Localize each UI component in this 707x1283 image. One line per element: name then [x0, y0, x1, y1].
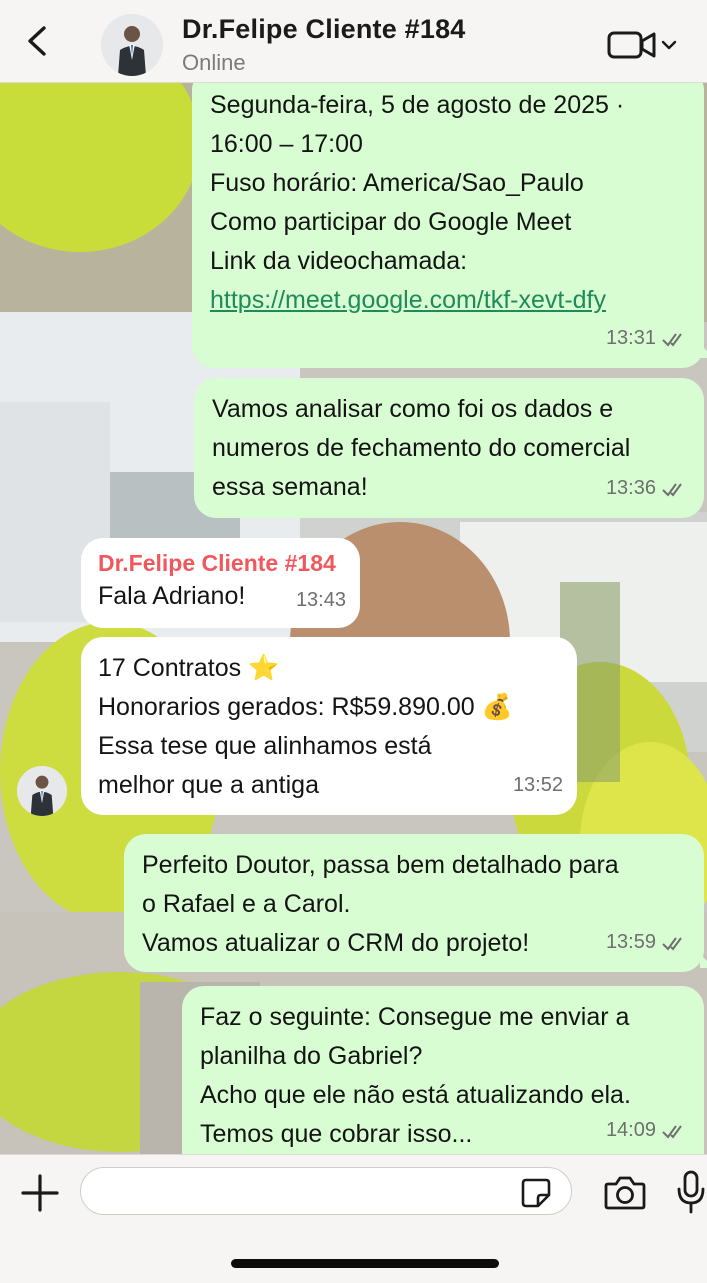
- meet-link[interactable]: https://meet.google.com/tkf-xevt-dfy: [210, 281, 686, 320]
- message-bubble-outgoing[interactable]: Perfeito Doutor, passa bem detalhado par…: [124, 834, 704, 972]
- message-text: Acho que ele não está atualizando ela.: [200, 1081, 631, 1109]
- message-bubble-incoming[interactable]: 17 Contratos ⭐ Honorarios gerados: R$59.…: [81, 637, 577, 815]
- message-text: Essa tese que alinhamos está: [98, 732, 432, 760]
- message-meta: 14:09: [606, 1111, 688, 1150]
- message-text: melhor que a antiga: [98, 771, 319, 799]
- message-text: Faz o seguinte: Consegue me enviar a: [200, 1003, 630, 1031]
- person-icon: [101, 14, 163, 76]
- message-text: Link da videochamada:: [210, 247, 468, 275]
- video-camera-icon[interactable]: [606, 28, 658, 62]
- sender-avatar[interactable]: [17, 766, 67, 816]
- message-bubble-outgoing[interactable]: Vamos analisar como foi os dados e numer…: [194, 378, 704, 518]
- double-check-icon: [662, 936, 682, 951]
- message-text: planilha do Gabriel?: [200, 1042, 423, 1070]
- message-bubble-outgoing[interactable]: Faz o seguinte: Consegue me enviar a pla…: [182, 986, 704, 1154]
- message-text: 17 Contratos ⭐: [98, 654, 280, 682]
- message-text: numeros de fechamento do comercial: [212, 434, 631, 462]
- message-meta: 13:59: [606, 923, 688, 962]
- chevron-down-icon[interactable]: [660, 36, 678, 54]
- message-meta: 13:43: [296, 581, 346, 620]
- contact-status: Online: [182, 50, 246, 75]
- double-check-icon: [662, 482, 682, 497]
- contact-name[interactable]: Dr.Felipe Cliente #184: [182, 14, 466, 45]
- message-text: Como participar do Google Meet: [210, 208, 572, 236]
- sender-name: Dr.Felipe Cliente #184: [98, 550, 336, 576]
- message-meta: 13:36: [606, 469, 688, 508]
- message-meta: 13:31: [606, 319, 688, 358]
- message-meta: 13:52: [513, 766, 563, 805]
- plus-icon[interactable]: [20, 1173, 60, 1213]
- chat-header: Dr.Felipe Cliente #184 Online: [0, 0, 707, 83]
- message-time: 13:36: [605, 477, 656, 499]
- person-icon: [17, 766, 67, 816]
- microphone-icon[interactable]: [676, 1169, 706, 1215]
- bubble-tail: [700, 344, 707, 358]
- home-indicator: [231, 1259, 499, 1268]
- message-text: 16:00 – 17:00: [210, 130, 363, 158]
- camera-icon[interactable]: [603, 1173, 647, 1213]
- chat-area[interactable]: Segunda-feira, 5 de agosto de 2025 · 16:…: [0, 82, 707, 1154]
- message-text: Segunda-feira, 5 de agosto de 2025 ·: [210, 91, 625, 119]
- message-text: Fuso horário: America/Sao_Paulo: [210, 169, 584, 197]
- back-arrow-icon[interactable]: [20, 24, 54, 58]
- message-text: Perfeito Doutor, passa bem detalhado par…: [142, 851, 619, 879]
- message-input[interactable]: [80, 1167, 572, 1215]
- message-bubble-outgoing[interactable]: Segunda-feira, 5 de agosto de 2025 · 16:…: [192, 82, 704, 368]
- message-time: 13:52: [512, 774, 563, 796]
- contact-avatar[interactable]: [101, 14, 163, 76]
- message-text: o Rafael e a Carol.: [142, 890, 351, 918]
- message-text: Vamos atualizar o CRM do projeto!: [142, 929, 530, 957]
- message-time: 13:59: [605, 931, 656, 953]
- double-check-icon: [662, 1124, 682, 1139]
- message-time: 13:31: [605, 327, 656, 349]
- message-time: 14:09: [605, 1119, 656, 1141]
- message-time: 13:43: [295, 589, 346, 611]
- message-bubble-incoming[interactable]: Dr.Felipe Cliente #184 Fala Adriano! 13:…: [81, 538, 360, 628]
- bubble-tail: [700, 954, 707, 968]
- double-check-icon: [662, 332, 682, 347]
- message-text: Honorarios gerados: R$59.890.00 💰: [98, 693, 513, 721]
- sticker-icon[interactable]: [520, 1177, 552, 1209]
- message-text: Vamos analisar como foi os dados e: [212, 395, 614, 423]
